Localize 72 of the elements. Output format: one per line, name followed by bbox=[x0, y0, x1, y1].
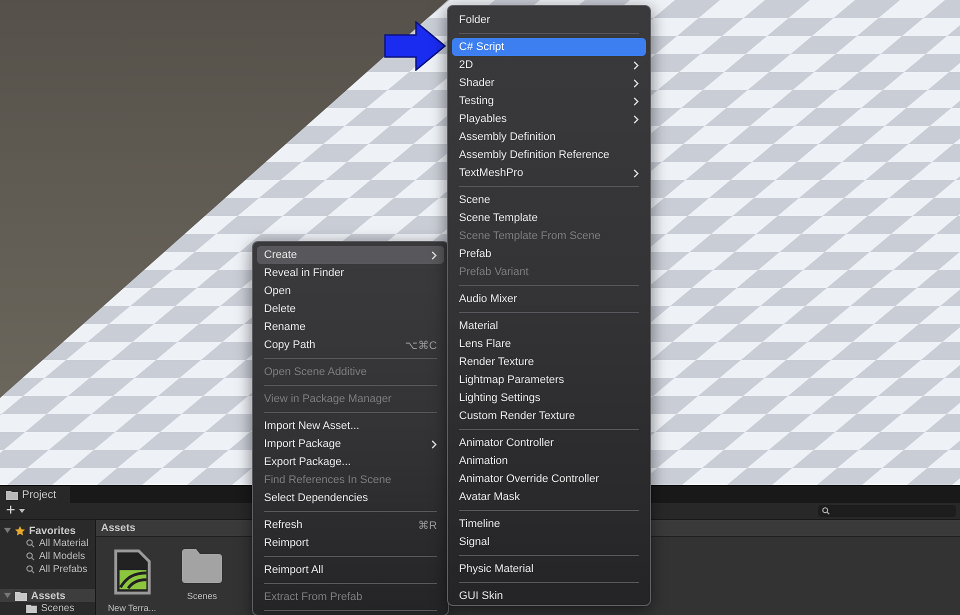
menu-item[interactable]: Export Package... bbox=[257, 453, 444, 471]
menu-item[interactable]: Import Package bbox=[257, 435, 444, 453]
chevron-icon bbox=[431, 440, 437, 448]
search-field[interactable] bbox=[818, 505, 956, 517]
menu-item[interactable]: Reveal in Finder bbox=[257, 264, 444, 282]
menu-item[interactable]: Reimport bbox=[257, 534, 444, 552]
menu-item[interactable]: Animator Controller bbox=[452, 434, 646, 452]
menu-item[interactable]: Animation bbox=[452, 452, 646, 470]
menu-item[interactable]: TextMeshPro bbox=[452, 164, 646, 182]
tree-row[interactable]: Scenes bbox=[0, 602, 95, 615]
menu-item[interactable]: Lightmap Parameters bbox=[452, 371, 646, 389]
expand-arrow-icon bbox=[4, 592, 11, 599]
menu-item[interactable]: Rename bbox=[257, 318, 444, 336]
menu-item[interactable]: Scene bbox=[452, 191, 646, 209]
tree-row[interactable]: All Material bbox=[0, 537, 95, 550]
menu-item[interactable]: Playables bbox=[452, 110, 646, 128]
menu-item[interactable]: Avatar Mask bbox=[452, 488, 646, 506]
asset-item[interactable]: New Terra... bbox=[106, 549, 158, 613]
project-tab[interactable]: Project bbox=[0, 486, 70, 503]
menu-item[interactable]: Physic Material bbox=[452, 560, 646, 578]
chevron-icon bbox=[431, 250, 437, 260]
chevron-icon bbox=[633, 168, 639, 178]
menu-item[interactable]: Shader bbox=[452, 74, 646, 92]
search-icon bbox=[26, 539, 35, 548]
menu-item[interactable]: Testing bbox=[452, 92, 646, 110]
menu-item[interactable]: GUI Skin bbox=[452, 587, 646, 605]
folder-icon bbox=[6, 490, 18, 500]
search-icon bbox=[26, 552, 35, 561]
tree-row-selected[interactable]: Assets bbox=[0, 589, 95, 602]
tab-label: Project bbox=[22, 488, 56, 500]
menu-item[interactable]: Import New Asset... bbox=[257, 417, 444, 435]
menu-item[interactable]: Create bbox=[257, 246, 444, 264]
menu-item[interactable]: Signal bbox=[452, 533, 646, 551]
menu-item[interactable]: Assembly Definition bbox=[452, 128, 646, 146]
caret-icon[interactable] bbox=[19, 509, 26, 513]
menu-item[interactable]: Timeline bbox=[452, 515, 646, 533]
pointing-arrow-icon bbox=[384, 21, 446, 71]
search-icon bbox=[822, 507, 830, 515]
menu-item[interactable]: Material bbox=[452, 317, 646, 335]
menu-item[interactable]: Refresh ⌘R bbox=[257, 516, 444, 534]
menu-item[interactable]: Animator Override Controller bbox=[452, 470, 646, 488]
folder-icon bbox=[182, 549, 222, 583]
menu-item[interactable]: Copy Path ⌥⌘C bbox=[257, 336, 444, 354]
menu-item[interactable]: Assembly Definition Reference bbox=[452, 146, 646, 164]
star-icon bbox=[15, 526, 25, 536]
menu-item[interactable]: Lighting Settings bbox=[452, 389, 646, 407]
breadcrumb-label[interactable]: Assets bbox=[101, 522, 136, 534]
folder-icon bbox=[15, 590, 27, 600]
menu-item[interactable]: Folder bbox=[452, 11, 646, 29]
menu-item[interactable]: Open bbox=[257, 282, 444, 300]
menu-item[interactable]: Render Texture bbox=[452, 353, 646, 371]
menu-item[interactable]: C# Script bbox=[452, 38, 646, 56]
menu-item[interactable]: Lens Flare bbox=[452, 335, 646, 353]
shortcut-label: ⌥⌘C bbox=[405, 338, 437, 352]
search-icon bbox=[26, 565, 35, 574]
menu-item[interactable]: Delete bbox=[257, 300, 444, 318]
menu-item[interactable]: Scene Template bbox=[452, 209, 646, 227]
terrain-file-icon bbox=[112, 549, 152, 595]
tree-row[interactable]: All Prefabs bbox=[0, 563, 95, 576]
menu-item[interactable]: Prefab bbox=[452, 245, 646, 263]
shortcut-label: ⌘R bbox=[418, 518, 437, 532]
menu-item[interactable]: Reimport All bbox=[257, 561, 444, 579]
menu-item[interactable]: Audio Mixer bbox=[452, 290, 646, 308]
asset-item[interactable]: Scenes bbox=[176, 549, 228, 613]
menu-item[interactable]: 2D bbox=[452, 56, 646, 74]
tree-row[interactable]: All Models bbox=[0, 550, 95, 563]
add-button[interactable]: + bbox=[4, 504, 18, 518]
expand-arrow-icon bbox=[4, 527, 11, 534]
menu-item[interactable]: Select Dependencies bbox=[257, 489, 444, 507]
folder-icon bbox=[26, 604, 37, 613]
menu-item[interactable]: Custom Render Texture bbox=[452, 407, 646, 425]
tree-row[interactable]: Favorites bbox=[0, 524, 95, 537]
